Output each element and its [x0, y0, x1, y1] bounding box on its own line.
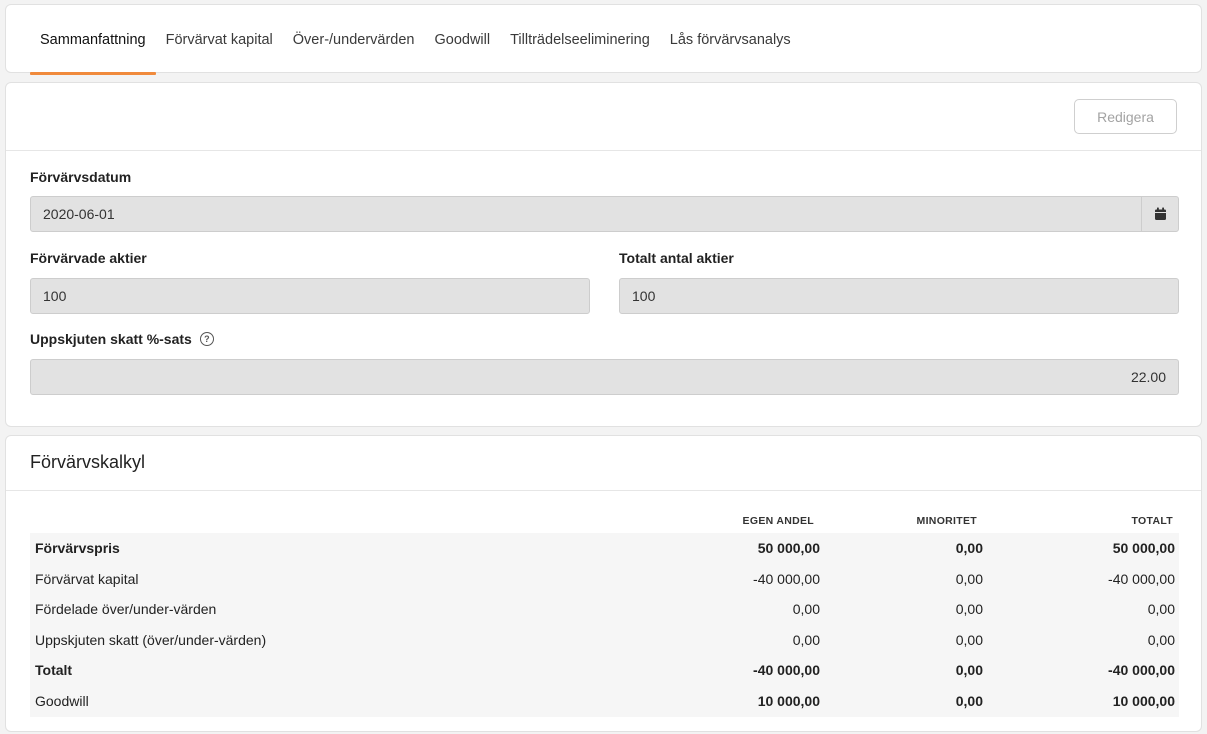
- row-total-value: -40 000,00: [1108, 570, 1175, 587]
- row-label: Goodwill: [35, 692, 89, 709]
- column-header-total: TOTALT: [1131, 515, 1173, 527]
- total-shares-input[interactable]: 100: [619, 278, 1179, 314]
- column-header-own: EGEN ANDEL: [742, 515, 814, 527]
- acquisition-date-value: 2020-06-01: [43, 206, 115, 222]
- acquisition-date-input[interactable]: 2020-06-01: [30, 196, 1179, 232]
- tab-over-undervarden[interactable]: Över-/undervärden: [283, 5, 425, 74]
- row-label: Förvärvspris: [35, 540, 120, 556]
- tab-las-forvarvsanalys[interactable]: Lås förvärvsanalys: [660, 5, 801, 74]
- row-total-value: 0,00: [1147, 601, 1175, 618]
- tab-sammanfattning[interactable]: Sammanfattning: [30, 5, 156, 75]
- tab-list: Sammanfattning Förvärvat kapital Över-/u…: [30, 5, 801, 75]
- deferred-tax-label-text: Uppskjuten skatt %-sats: [30, 331, 192, 347]
- edit-button[interactable]: Redigera: [1074, 99, 1177, 134]
- tabs-bar: Sammanfattning Förvärvat kapital Över-/u…: [5, 4, 1202, 75]
- row-own-value: -40 000,00: [753, 570, 820, 587]
- row-label: Totalt: [35, 662, 73, 679]
- table-row: Goodwill 10 000,00 0,00 10 000,00: [30, 685, 1179, 717]
- acquisition-calculation: Förvärvskalkyl EGEN ANDEL MINORITET TOTA…: [5, 435, 1202, 732]
- calendar-icon: [1154, 207, 1166, 220]
- acquired-shares-label-text: Förvärvade aktier: [30, 250, 147, 266]
- total-shares-label-text: Totalt antal aktier: [619, 250, 734, 266]
- row-minority-value: 0,00: [955, 692, 983, 709]
- form-toolbar: Redigera: [6, 83, 1201, 151]
- calc-header: Förvärvskalkyl: [6, 436, 1201, 491]
- table-row: Fördelade över/under-värden 0,00 0,00 0,…: [30, 594, 1179, 625]
- column-header-minority: MINORITET: [916, 515, 977, 527]
- row-label: Uppskjuten skatt (över/under-värden): [35, 631, 267, 648]
- row-minority-value: 0,00: [955, 662, 983, 679]
- tab-forvarvat-kapital[interactable]: Förvärvat kapital: [156, 5, 283, 74]
- row-own-value: 50 000,00: [757, 540, 820, 556]
- row-label: Förvärvat kapital: [35, 570, 139, 587]
- calendar-button[interactable]: [1141, 197, 1178, 231]
- tab-goodwill[interactable]: Goodwill: [424, 5, 500, 74]
- calc-table: Förvärvspris 50 000,00 0,00 50 000,00 Fö…: [30, 533, 1179, 717]
- row-label: Fördelade över/under-värden: [35, 601, 217, 618]
- tab-tilltradelseeliminering[interactable]: Tillträdelseeliminering: [500, 5, 660, 74]
- acquired-shares-label: Förvärvade aktier: [30, 250, 147, 266]
- table-row: Uppskjuten skatt (över/under-värden) 0,0…: [30, 624, 1179, 656]
- table-row: Förvärvat kapital -40 000,00 0,00 -40 00…: [30, 563, 1179, 595]
- acquisition-date-label: Förvärvsdatum: [30, 169, 131, 185]
- row-minority-value: 0,00: [955, 540, 983, 556]
- acquisition-form: Redigera Förvärvsdatum 2020-06-01 Förvär…: [5, 82, 1202, 427]
- row-minority-value: 0,00: [955, 631, 983, 648]
- row-own-value: 0,00: [792, 631, 820, 648]
- row-minority-value: 0,00: [955, 601, 983, 618]
- acquisition-date-label-text: Förvärvsdatum: [30, 169, 132, 185]
- row-total-value: 50 000,00: [1112, 540, 1175, 556]
- row-total-value: 10 000,00: [1112, 692, 1175, 709]
- total-shares-label: Totalt antal aktier: [619, 250, 734, 266]
- acquired-shares-input[interactable]: 100: [30, 278, 590, 314]
- acquired-shares-value: 100: [43, 288, 67, 304]
- row-own-value: 0,00: [792, 601, 820, 618]
- row-total-value: -40 000,00: [1108, 662, 1175, 679]
- deferred-tax-value: 22.00: [1130, 369, 1166, 385]
- total-shares-value: 100: [632, 288, 656, 304]
- row-minority-value: 0,00: [955, 570, 983, 587]
- deferred-tax-input[interactable]: 22.00: [30, 359, 1179, 395]
- row-total-value: 0,00: [1147, 631, 1175, 648]
- table-row: Förvärvspris 50 000,00 0,00 50 000,00: [30, 533, 1179, 564]
- table-row: Totalt -40 000,00 0,00 -40 000,00: [30, 655, 1179, 686]
- row-own-value: -40 000,00: [753, 662, 820, 679]
- row-own-value: 10 000,00: [757, 692, 820, 709]
- deferred-tax-label: Uppskjuten skatt %-sats ?: [30, 331, 214, 347]
- calc-title: Förvärvskalkyl: [30, 452, 146, 472]
- help-icon[interactable]: ?: [199, 332, 214, 346]
